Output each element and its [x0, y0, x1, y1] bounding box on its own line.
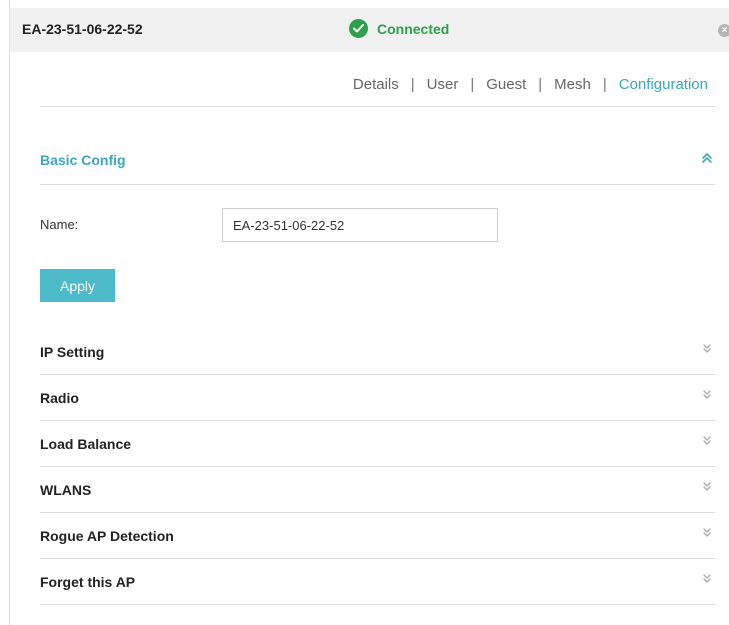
- double-chevron-down-icon: [701, 480, 713, 492]
- double-chevron-down-icon: [701, 526, 713, 538]
- section-rogue-ap-detection[interactable]: Rogue AP Detection: [40, 513, 715, 559]
- tab-separator: |: [410, 76, 415, 93]
- section-wlans[interactable]: WLANS: [40, 467, 715, 513]
- basic-config-divider: [40, 184, 715, 185]
- panel-header: EA-23-51-06-22-52 Connected ×: [10, 8, 729, 52]
- tab-separator: |: [538, 76, 543, 93]
- section-forget-this-ap[interactable]: Forget this AP: [40, 559, 715, 605]
- section-label: IP Setting: [40, 344, 105, 360]
- double-chevron-down-icon: [701, 434, 713, 446]
- double-chevron-up-icon[interactable]: [699, 150, 715, 166]
- check-icon: [349, 19, 368, 38]
- panel-left-border: [9, 0, 10, 625]
- tab-configuration[interactable]: Configuration: [619, 76, 708, 93]
- double-chevron-down-icon: [701, 572, 713, 584]
- tab-mesh[interactable]: Mesh: [554, 76, 591, 93]
- tabs-divider: [40, 106, 715, 107]
- device-name-title: EA-23-51-06-22-52: [22, 21, 143, 37]
- basic-config-title[interactable]: Basic Config: [40, 152, 126, 168]
- section-radio[interactable]: Radio: [40, 375, 715, 421]
- section-label: Load Balance: [40, 436, 132, 452]
- section-label: Rogue AP Detection: [40, 528, 174, 544]
- tab-guest[interactable]: Guest: [486, 76, 526, 93]
- double-chevron-down-icon: [701, 342, 713, 354]
- close-icon[interactable]: ×: [718, 24, 729, 37]
- tab-bar: Details | User | Guest | Mesh | Configuration: [353, 76, 708, 93]
- apply-button[interactable]: Apply: [40, 269, 115, 302]
- connection-status: Connected: [349, 19, 449, 38]
- name-label: Name:: [40, 217, 79, 232]
- double-chevron-down-icon: [701, 388, 713, 400]
- section-label: Radio: [40, 390, 79, 406]
- tab-separator: |: [470, 76, 475, 93]
- section-label: Forget this AP: [40, 574, 136, 590]
- ap-config-panel: EA-23-51-06-22-52 Connected × Details | Us…: [0, 0, 729, 625]
- tab-user[interactable]: User: [427, 76, 459, 93]
- section-ip-setting[interactable]: IP Setting: [40, 329, 715, 375]
- tab-details[interactable]: Details: [353, 76, 399, 93]
- section-label: WLANS: [40, 482, 92, 498]
- tab-separator: |: [602, 76, 607, 93]
- name-input[interactable]: [222, 208, 498, 242]
- status-text: Connected: [377, 20, 450, 37]
- section-load-balance[interactable]: Load Balance: [40, 421, 715, 467]
